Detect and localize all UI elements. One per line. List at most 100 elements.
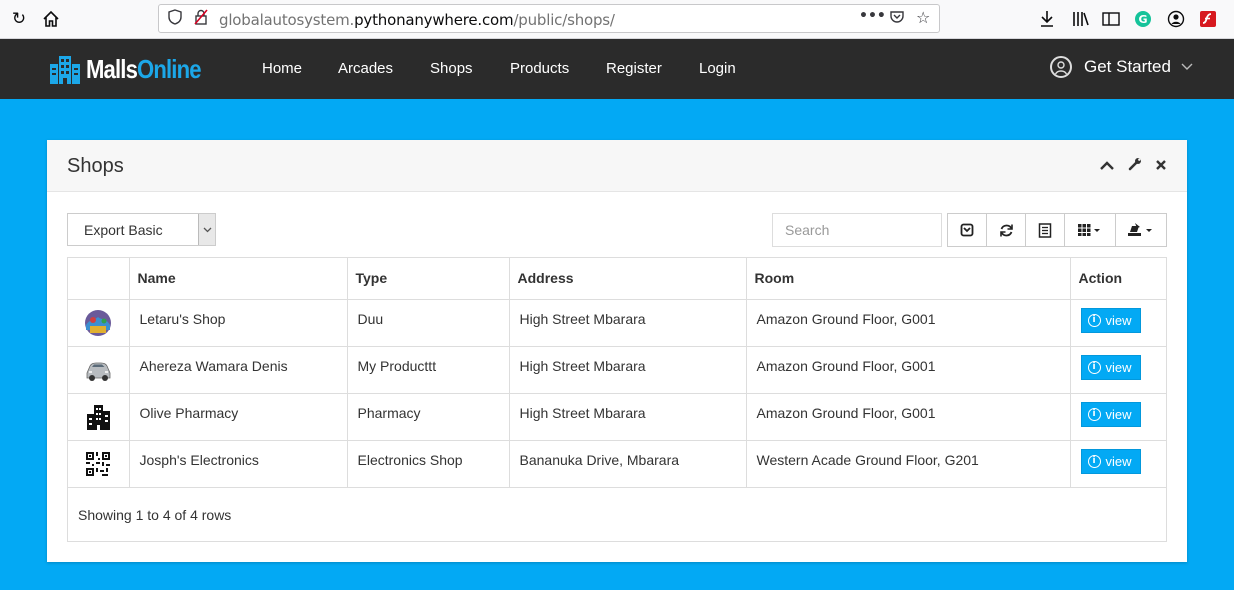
get-started-menu[interactable]: Get Started [1050,56,1193,78]
nav-shops[interactable]: Shops [430,60,473,77]
nav-login[interactable]: Login [699,60,736,77]
export-select-value: Export Basic [84,222,163,238]
cell-room: Amazon Ground Floor, G001 [746,346,1071,394]
collapse-icon[interactable] [1100,157,1114,175]
nav-arcades[interactable]: Arcades [338,60,393,77]
thumbnail-cell [68,440,130,488]
cell-address: High Street Mbarara [509,299,747,347]
get-started-label: Get Started [1084,57,1171,76]
column-header-name[interactable]: Name [129,258,348,300]
nav-home[interactable]: Home [262,60,302,77]
cell-type: Pharmacy [347,393,510,441]
cell-action: i view [1070,299,1167,347]
pagination-icon [960,223,974,237]
home-icon[interactable] [40,8,62,30]
building-logo-icon [50,56,80,84]
info-icon: i [1087,407,1101,421]
cell-action: i view [1070,393,1167,441]
export-icon [1128,223,1152,236]
shield-icon[interactable] [168,9,182,29]
pocket-icon[interactable] [889,9,905,29]
table-header-row: Name Type Address Room Action [68,258,1167,300]
nav-register[interactable]: Register [606,60,662,77]
url-bar[interactable]: globalautosystem.pythonanywhere.com/publ… [158,4,940,33]
export-button[interactable] [1115,213,1167,247]
search-input[interactable] [772,213,942,247]
chevron-down-icon [1181,60,1193,75]
view-label: view [1105,312,1132,328]
view-button[interactable]: i view [1080,448,1141,474]
cell-name: Ahereza Wamara Denis [129,346,348,394]
library-icon[interactable] [1070,8,1092,30]
view-button[interactable]: i view [1080,354,1141,380]
cell-name: Josph's Electronics [129,440,348,488]
reload-icon[interactable]: ↻ [8,8,30,30]
list-view-icon [1038,222,1052,238]
thumbnail-cell [68,393,130,441]
view-button[interactable]: i view [1080,307,1141,333]
cell-type: Electronics Shop [347,440,510,488]
cell-room: Western Acade Ground Floor, G201 [746,440,1071,488]
thumbnail-cell [68,346,130,394]
close-icon[interactable] [1155,157,1167,175]
view-label: view [1105,453,1132,469]
cell-action: i view [1070,440,1167,488]
cell-type: My Producttt [347,346,510,394]
view-label: view [1105,406,1132,422]
view-button[interactable]: i view [1080,401,1141,427]
download-icon[interactable] [1036,8,1058,30]
view-label: view [1105,359,1132,375]
main-navbar: MallsOnline Home Arcades Shops Products … [0,39,1234,99]
columns-button[interactable] [1064,213,1116,247]
column-header-action: Action [1070,258,1167,300]
export-select[interactable]: Export Basic [67,213,216,246]
qr-code-thumbnail-icon [83,449,113,479]
car-thumbnail-icon [83,355,113,385]
cell-room: Amazon Ground Floor, G001 [746,393,1071,441]
wrench-icon[interactable] [1128,157,1142,175]
table-row: Letaru's Shop Duu High Street Mbarara Am… [68,299,1167,347]
shops-panel: Shops Export Basic Search Name Type Addr… [47,140,1187,562]
svg-text:G: G [1138,13,1147,26]
cell-action: i view [1070,346,1167,394]
column-header-type[interactable]: Type [347,258,510,300]
column-header-address[interactable]: Address [509,258,747,300]
browser-toolbar: ↻ globalautosystem.pythonanywhere.com/pu… [0,0,1234,39]
brand-logo[interactable]: MallsOnline [48,49,221,89]
cell-address: High Street Mbarara [509,393,747,441]
flash-icon[interactable] [1197,8,1219,30]
table-row: Josph's Electronics Electronics Shop Ban… [68,440,1167,488]
refresh-button[interactable] [986,213,1026,247]
cell-address: High Street Mbarara [509,346,747,394]
shops-table: Name Type Address Room Action Letaru's S… [67,257,1167,542]
url-text: globalautosystem.pythonanywhere.com/publ… [219,11,615,29]
cell-address: Bananuka Drive, Mbarara [509,440,747,488]
nav-products[interactable]: Products [510,60,569,77]
bookmark-star-icon[interactable]: ☆ [916,8,930,27]
info-icon: i [1087,313,1101,327]
cell-name: Letaru's Shop [129,299,348,347]
table-row: Olive Pharmacy Pharmacy High Street Mbar… [68,393,1167,441]
page-actions-icon[interactable]: ••• [859,8,886,24]
panel-title: Shops [67,155,124,177]
info-icon: i [1087,360,1101,374]
column-header-room[interactable]: Room [746,258,1071,300]
info-icon: i [1087,454,1101,468]
cell-type: Duu [347,299,510,347]
insecure-lock-icon[interactable] [193,9,209,29]
toggle-view-button[interactable] [1025,213,1065,247]
cell-name: Olive Pharmacy [129,393,348,441]
panel-header: Shops [47,140,1187,192]
building-thumbnail-icon [83,402,113,432]
columns-grid-icon [1078,224,1100,236]
grammarly-icon[interactable]: G [1132,8,1154,30]
shop-thumbnail-icon [83,308,113,338]
refresh-icon [999,224,1013,236]
toggle-pagination-button[interactable] [947,213,987,247]
column-header-image [68,258,130,300]
sidebar-icon[interactable] [1100,8,1122,30]
dropdown-arrow-icon [198,214,215,245]
account-icon[interactable] [1165,8,1187,30]
cell-room: Amazon Ground Floor, G001 [746,299,1071,347]
thumbnail-cell [68,299,130,347]
